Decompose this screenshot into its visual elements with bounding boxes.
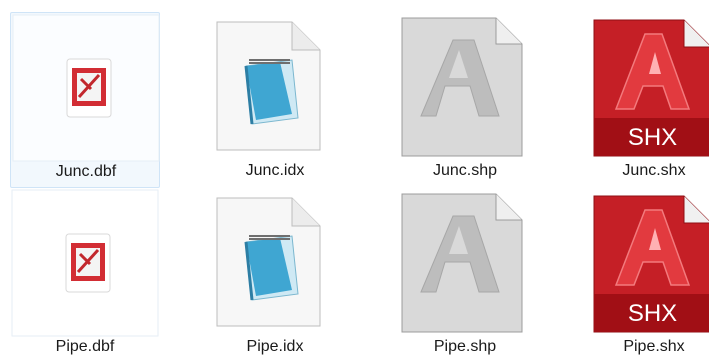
file-name: Junc.dbf bbox=[55, 163, 117, 180]
file-browser: { "files": [ {"name": "Junc.dbf", "type"… bbox=[0, 0, 709, 356]
dbf-file-icon bbox=[11, 13, 161, 163]
file-item-pipe-shp[interactable]: Pipe.shp bbox=[390, 188, 540, 364]
dbf-file-icon bbox=[10, 188, 160, 338]
autocad-shx-file-icon: SHX bbox=[579, 12, 709, 162]
file-item-junc-idx[interactable]: Junc.idx bbox=[200, 12, 350, 188]
svg-text:SHX: SHX bbox=[628, 124, 677, 151]
file-item-pipe-shx[interactable]: SHX Pipe.shx bbox=[579, 188, 709, 364]
file-name: Junc.shx bbox=[622, 162, 686, 179]
file-name: Pipe.dbf bbox=[55, 338, 115, 355]
autocad-shp-file-icon bbox=[390, 188, 540, 338]
file-name: Pipe.idx bbox=[246, 338, 304, 355]
file-item-junc-shx[interactable]: SHX Junc.shx bbox=[579, 12, 709, 188]
file-name: Junc.idx bbox=[245, 162, 305, 179]
autocad-shp-file-icon bbox=[390, 12, 540, 162]
file-item-junc-dbf[interactable]: Junc.dbf bbox=[10, 12, 160, 188]
file-item-pipe-idx[interactable]: Pipe.idx bbox=[200, 188, 350, 364]
svg-text:SHX: SHX bbox=[628, 300, 677, 327]
file-name: Pipe.shp bbox=[433, 338, 497, 355]
file-name: Junc.shp bbox=[432, 162, 498, 179]
file-name: Pipe.shx bbox=[623, 338, 685, 355]
autocad-shx-file-icon: SHX bbox=[579, 188, 709, 338]
notepad-file-icon bbox=[200, 12, 350, 162]
file-item-junc-shp[interactable]: Junc.shp bbox=[390, 12, 540, 188]
notepad-file-icon bbox=[200, 188, 350, 338]
file-item-pipe-dbf[interactable]: Pipe.dbf bbox=[10, 188, 160, 364]
